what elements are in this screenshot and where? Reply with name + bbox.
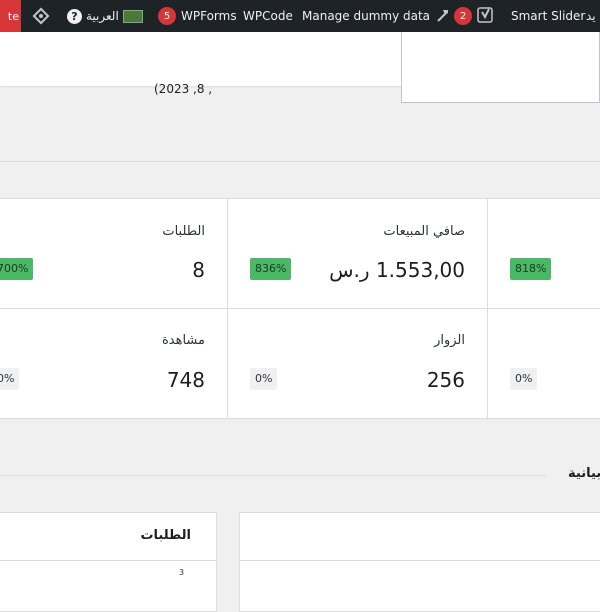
performance-stats: الطلبات 8 700% صافي المبيعات 1.553,00 ر.… <box>0 198 600 419</box>
panel-divider <box>240 560 600 561</box>
stat-views-delta: 0% <box>0 368 20 390</box>
stat-orders-value: 8 <box>192 258 205 282</box>
flag-icon <box>122 9 143 23</box>
wpforms-menu[interactable]: 5 WPForms <box>158 0 237 32</box>
manage-dummy-data-menu[interactable]: Manage dummy data <box>302 0 451 32</box>
yoast-badge: 2 <box>454 7 472 25</box>
panel-divider <box>0 560 216 561</box>
stat-sixth-delta: 0% <box>510 368 538 390</box>
wpforms-badge: 5 <box>158 7 176 25</box>
admin-bar-cut-item[interactable]: ید <box>586 0 596 32</box>
stat-visitors-value: 256 <box>426 368 465 392</box>
yoast-icon <box>476 6 494 27</box>
section-heading: بيانية <box>568 466 600 481</box>
stat-orders-label: الطلبات <box>162 224 205 239</box>
chart-axis-tick: 3 <box>179 568 185 577</box>
stat-visitors-label: الزوار <box>434 333 465 348</box>
stats-divider <box>0 308 600 309</box>
chart-panel <box>239 512 600 612</box>
wpcode-menu[interactable]: WPCode <box>243 0 293 32</box>
stat-views-label: مشاهدة <box>161 333 205 348</box>
admin-bar: te ? العربية 5 WPForms WPCode Manage dum… <box>0 0 600 32</box>
stat-net-sales-delta: 836% <box>250 258 292 280</box>
orders-chart-panel: الطلبات 3 <box>0 512 217 612</box>
orders-chart-title: الطلبات <box>140 528 191 543</box>
yoast-menu[interactable]: 2 <box>454 0 494 32</box>
section-divider <box>0 475 546 476</box>
date-range-text: (2023 ,8 , <box>154 82 213 96</box>
question-icon: ? <box>67 8 82 24</box>
stat-visitors-delta: 0% <box>250 368 278 390</box>
updates-button[interactable]: te <box>0 0 21 32</box>
stat-net-sales-label: صافي المبيعات <box>383 224 465 239</box>
stat-views-value: 748 <box>166 368 205 392</box>
diamond-plugin-icon[interactable] <box>32 0 50 32</box>
divider <box>0 161 600 162</box>
stat-orders-delta: 700% <box>0 258 34 280</box>
stat-third-delta: 818% <box>510 258 552 280</box>
hammer-icon <box>435 7 451 26</box>
date-range-picker[interactable] <box>401 32 600 103</box>
smart-slider-menu[interactable]: Smart Slider <box>511 0 585 32</box>
language-switcher[interactable]: ? العربية <box>67 0 143 32</box>
stat-net-sales-value: 1.553,00 ر.س <box>329 258 465 282</box>
